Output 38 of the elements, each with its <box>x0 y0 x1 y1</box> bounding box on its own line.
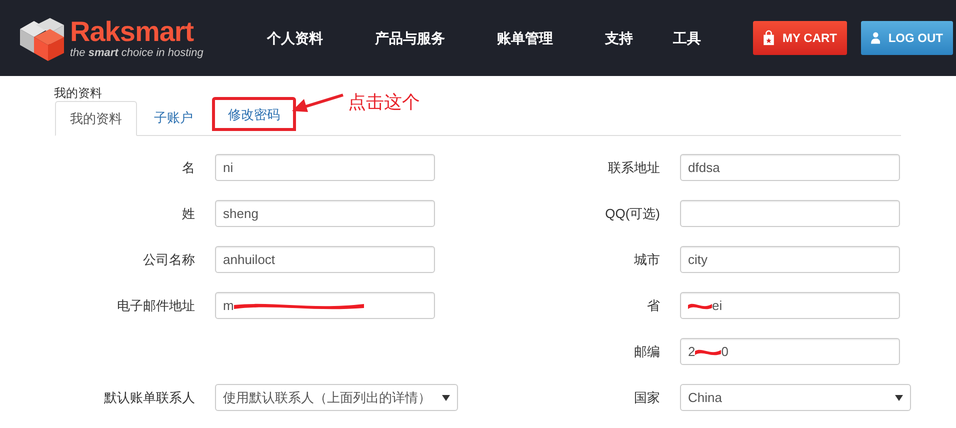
input-field[interactable]: dfdsa <box>680 154 900 181</box>
nav-link[interactable]: 账单管理 <box>497 28 553 48</box>
select-field[interactable]: China <box>680 384 911 411</box>
input-field[interactable]: city <box>680 246 900 273</box>
input-field[interactable]: m <box>215 292 435 319</box>
logo-tagline: the smart choice in hosting <box>70 48 204 58</box>
cart-button[interactable]: MY CART <box>753 21 847 55</box>
dropdown-caret-icon <box>442 394 450 400</box>
field-label: 城市 <box>633 250 660 269</box>
input-field[interactable]: anhuiloct <box>215 246 435 273</box>
field-label: 国家 <box>633 388 660 407</box>
field-label: 电子邮件地址 <box>116 296 195 315</box>
field-label: 邮编 <box>633 342 660 361</box>
field-label: 默认账单联系人 <box>103 388 195 407</box>
nav-link[interactable]: 支持 <box>605 28 633 48</box>
input-field[interactable]: 2 0 <box>680 338 900 365</box>
nav-link[interactable]: 个人资料 <box>267 28 323 48</box>
select-field[interactable]: 使用默认联系人（上面列出的详情） <box>215 384 458 411</box>
field-label: 公司名称 <box>142 250 195 269</box>
nav-link[interactable]: 产品与服务 <box>375 28 445 48</box>
field-label: 姓 <box>181 204 195 223</box>
input-field[interactable] <box>680 200 900 227</box>
field-label: 联系地址 <box>607 158 660 177</box>
input-field[interactable]: ei <box>680 292 900 319</box>
annotation-text: 点击这个 <box>348 91 420 114</box>
tab[interactable]: 子账户 <box>139 100 208 135</box>
field-label: 省 <box>646 296 660 315</box>
dropdown-caret-icon <box>895 394 903 400</box>
annotation-arrow <box>292 92 344 112</box>
page-title: 我的资料 <box>54 87 103 99</box>
tab[interactable]: 我的资料 <box>55 101 137 136</box>
field-label: QQ(可选) <box>604 204 660 223</box>
input-field[interactable]: ni <box>215 154 435 181</box>
input-field[interactable]: sheng <box>215 200 435 227</box>
field-label: 名 <box>181 158 195 177</box>
tab[interactable]: 修改密码 <box>212 97 296 131</box>
logo-text: Raksmart <box>70 18 195 46</box>
nav-link[interactable]: 工具 <box>673 28 701 48</box>
